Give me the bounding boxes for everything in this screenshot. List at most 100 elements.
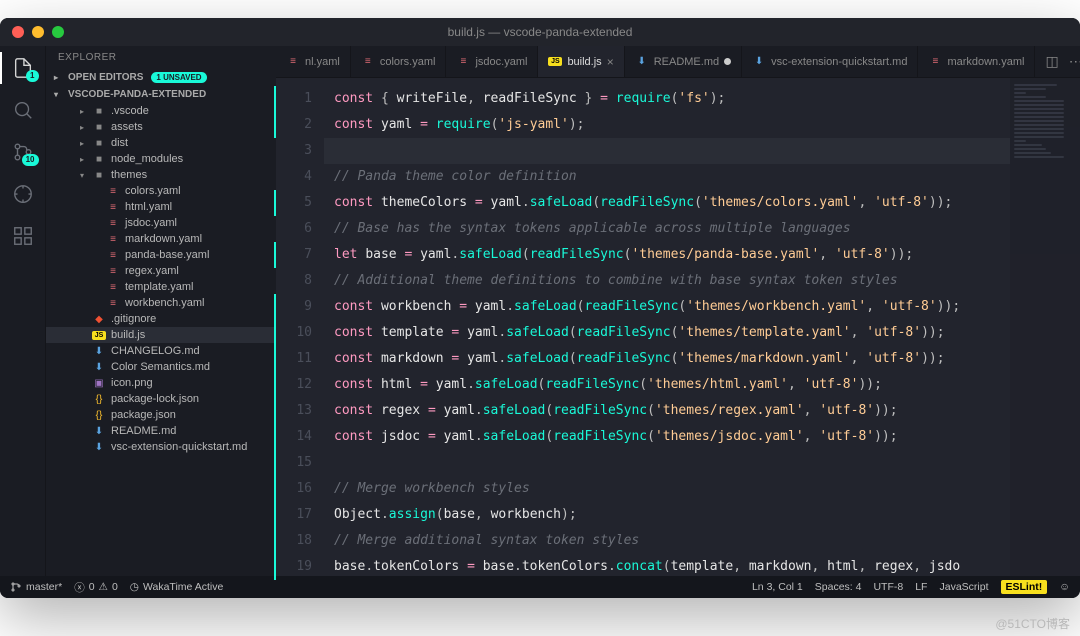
tree-item[interactable]: ≡panda-base.yaml bbox=[46, 247, 276, 263]
code-line[interactable]: const yaml = require('js-yaml'); bbox=[324, 112, 1010, 138]
tree-item[interactable]: JSbuild.js bbox=[46, 327, 276, 343]
img-icon: ▣ bbox=[92, 378, 106, 389]
tab[interactable]: ≡jsdoc.yaml bbox=[446, 46, 538, 77]
yaml-icon: ≡ bbox=[106, 250, 120, 261]
maximize-window-button[interactable] bbox=[52, 26, 64, 38]
code-area[interactable]: 12345678910111213141516171819 const { wr… bbox=[276, 78, 1080, 576]
tree-item[interactable]: ≡template.yaml bbox=[46, 279, 276, 295]
cursor-position[interactable]: Ln 3, Col 1 bbox=[752, 581, 803, 593]
traffic-lights bbox=[12, 26, 64, 38]
code-line[interactable]: const template = yaml.safeLoad(readFileS… bbox=[324, 320, 1010, 346]
more-icon[interactable]: ⋯ bbox=[1069, 53, 1080, 70]
open-editors-header[interactable]: ▸ OPEN EDITORS 1 UNSAVED bbox=[46, 69, 276, 86]
tree-item[interactable]: ≡markdown.yaml bbox=[46, 231, 276, 247]
scm-icon[interactable]: 10 bbox=[11, 140, 35, 164]
code-line[interactable]: Object.assign(base, workbench); bbox=[324, 502, 1010, 528]
code-content[interactable]: const { writeFile, readFileSync } = requ… bbox=[324, 78, 1010, 576]
code-line[interactable]: const html = yaml.safeLoad(readFileSync(… bbox=[324, 372, 1010, 398]
extensions-icon[interactable] bbox=[11, 224, 35, 248]
tree-item-label: CHANGELOG.md bbox=[111, 345, 200, 357]
tree-item[interactable]: ▣icon.png bbox=[46, 375, 276, 391]
wakatime[interactable]: ◷ WakaTime Active bbox=[130, 581, 224, 593]
code-line[interactable] bbox=[324, 450, 1010, 476]
open-editors-label: OPEN EDITORS bbox=[68, 72, 143, 83]
tree-item[interactable]: ⬇CHANGELOG.md bbox=[46, 343, 276, 359]
tree-item[interactable]: ≡jsdoc.yaml bbox=[46, 215, 276, 231]
project-header[interactable]: ▾ VSCODE-PANDA-EXTENDED bbox=[46, 86, 276, 103]
git-branch[interactable]: master* bbox=[10, 581, 62, 593]
tab[interactable]: ⬇vsc-extension-quickstart.md bbox=[742, 46, 918, 77]
feedback-icon[interactable]: ☺ bbox=[1059, 581, 1070, 593]
problems[interactable]: ⓧ0 ⚠0 bbox=[74, 580, 118, 595]
code-line[interactable]: const regex = yaml.safeLoad(readFileSync… bbox=[324, 398, 1010, 424]
indent[interactable]: Spaces: 4 bbox=[815, 581, 862, 593]
tree-item[interactable]: ⬇Color Semantics.md bbox=[46, 359, 276, 375]
encoding[interactable]: UTF-8 bbox=[873, 581, 903, 593]
code-line[interactable]: const jsdoc = yaml.safeLoad(readFileSync… bbox=[324, 424, 1010, 450]
split-icon[interactable]: ◫ bbox=[1045, 53, 1058, 70]
tree-item[interactable]: {}package-lock.json bbox=[46, 391, 276, 407]
code-line[interactable]: let base = yaml.safeLoad(readFileSync('t… bbox=[324, 242, 1010, 268]
json-icon: {} bbox=[92, 394, 106, 405]
tree-item[interactable]: ▾■themes bbox=[46, 167, 276, 183]
code-line[interactable]: // Merge additional syntax token styles bbox=[324, 528, 1010, 554]
search-icon[interactable] bbox=[11, 98, 35, 122]
tab-label: colors.yaml bbox=[380, 56, 436, 68]
code-line[interactable]: // Merge workbench styles bbox=[324, 476, 1010, 502]
tree-item[interactable]: ≡html.yaml bbox=[46, 199, 276, 215]
code-line[interactable]: // Additional theme definitions to combi… bbox=[324, 268, 1010, 294]
tree-item-label: build.js bbox=[111, 329, 145, 341]
close-icon[interactable]: × bbox=[607, 55, 614, 69]
tree-item-label: assets bbox=[111, 121, 143, 133]
tree-item[interactable]: ≡workbench.yaml bbox=[46, 295, 276, 311]
language-mode[interactable]: JavaScript bbox=[939, 581, 988, 593]
code-line[interactable]: const markdown = yaml.safeLoad(readFileS… bbox=[324, 346, 1010, 372]
minimap[interactable] bbox=[1010, 78, 1080, 576]
yaml-icon: ≡ bbox=[928, 56, 942, 67]
code-line[interactable]: const workbench = yaml.safeLoad(readFile… bbox=[324, 294, 1010, 320]
eslint-status[interactable]: ESLint! bbox=[1001, 580, 1048, 594]
dirty-dot bbox=[724, 58, 731, 65]
yaml-icon: ≡ bbox=[106, 282, 120, 293]
tree-item[interactable]: ⬇README.md bbox=[46, 423, 276, 439]
close-window-button[interactable] bbox=[12, 26, 24, 38]
code-line[interactable]: // Base has the syntax tokens applicable… bbox=[324, 216, 1010, 242]
tab[interactable]: ≡nl.yaml bbox=[276, 46, 351, 77]
tree-item[interactable]: ⬇vsc-extension-quickstart.md bbox=[46, 439, 276, 455]
tree-item[interactable]: ▸■dist bbox=[46, 135, 276, 151]
tab[interactable]: JSbuild.js× bbox=[538, 46, 624, 77]
sidebar: EXPLORER ▸ OPEN EDITORS 1 UNSAVED ▾ VSCO… bbox=[46, 46, 276, 576]
tree-item[interactable]: ≡regex.yaml bbox=[46, 263, 276, 279]
code-line[interactable]: const themeColors = yaml.safeLoad(readFi… bbox=[324, 190, 1010, 216]
tree-item[interactable]: ▸■.vscode bbox=[46, 103, 276, 119]
chevron-icon: ▸ bbox=[77, 139, 87, 148]
eol[interactable]: LF bbox=[915, 581, 927, 593]
yaml-icon: ≡ bbox=[456, 56, 470, 67]
code-line[interactable]: base.tokenColors = base.tokenColors.conc… bbox=[324, 554, 1010, 576]
tab[interactable]: ≡colors.yaml bbox=[351, 46, 447, 77]
tab[interactable]: ⬇README.md bbox=[625, 46, 742, 77]
chevron-icon: ▸ bbox=[77, 123, 87, 132]
tree-item[interactable]: ◆.gitignore bbox=[46, 311, 276, 327]
code-line[interactable]: const { writeFile, readFileSync } = requ… bbox=[324, 86, 1010, 112]
tab-label: README.md bbox=[654, 56, 719, 68]
tab-label: build.js bbox=[567, 56, 601, 68]
tree-item[interactable]: ▸■node_modules bbox=[46, 151, 276, 167]
scm-badge: 10 bbox=[22, 154, 39, 166]
tree-item[interactable]: ≡colors.yaml bbox=[46, 183, 276, 199]
window-title: build.js — vscode-panda-extended bbox=[448, 25, 633, 39]
code-line[interactable]: // Panda theme color definition bbox=[324, 164, 1010, 190]
explorer-icon[interactable]: 1 bbox=[11, 56, 35, 80]
file-tree: ▸■.vscode▸■assets▸■dist▸■node_modules▾■t… bbox=[46, 103, 276, 576]
branch-label: master* bbox=[26, 581, 62, 593]
yaml-icon: ≡ bbox=[106, 202, 120, 213]
tree-item[interactable]: ▸■assets bbox=[46, 119, 276, 135]
tree-item-label: README.md bbox=[111, 425, 176, 437]
code-line[interactable] bbox=[324, 138, 1010, 164]
activity-bar: 1 10 bbox=[0, 46, 46, 576]
project-label: VSCODE-PANDA-EXTENDED bbox=[68, 89, 206, 100]
tree-item[interactable]: {}package.json bbox=[46, 407, 276, 423]
minimize-window-button[interactable] bbox=[32, 26, 44, 38]
debug-icon[interactable] bbox=[11, 182, 35, 206]
tab[interactable]: ≡markdown.yaml bbox=[918, 46, 1035, 77]
